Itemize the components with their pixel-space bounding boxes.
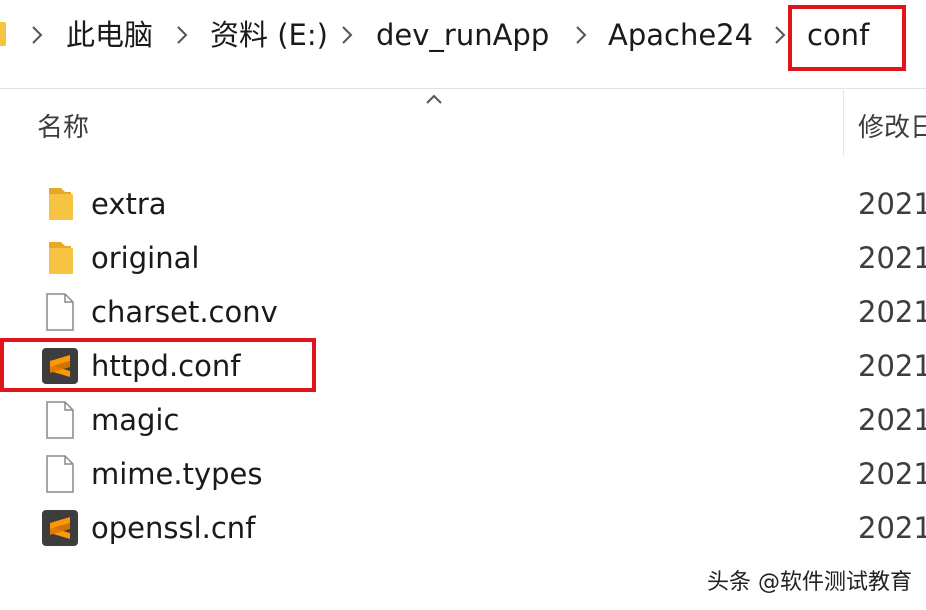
file-icon <box>40 292 80 332</box>
file-name: magic <box>91 403 180 437</box>
file-name: charset.conv <box>91 295 278 329</box>
file-row[interactable]: original 2021 <box>0 231 926 285</box>
file-date: 2021 <box>858 241 926 275</box>
sublime-text-icon <box>40 346 80 386</box>
breadcrumb-apache24[interactable]: Apache24 <box>608 14 753 56</box>
file-date: 2021 <box>858 295 926 329</box>
file-explorer-window: 此电脑 资料 (E:) dev_runApp Apache24 conf 名称 … <box>0 0 926 610</box>
breadcrumb-conf[interactable]: conf <box>807 14 869 56</box>
file-row[interactable]: charset.conv 2021 <box>0 285 926 339</box>
watermark: 头条 @软件测试教育 <box>707 570 912 595</box>
sublime-text-icon <box>40 508 80 548</box>
breadcrumb-drive-e[interactable]: 资料 (E:) <box>210 14 328 56</box>
breadcrumb-dev-runapp[interactable]: dev_runApp <box>376 14 549 56</box>
file-row[interactable]: extra 2021 <box>0 177 926 231</box>
file-date: 2021 <box>858 349 926 383</box>
file-row[interactable]: mime.types 2021 <box>0 447 926 501</box>
chevron-right-icon[interactable] <box>173 20 191 50</box>
file-name: mime.types <box>91 457 263 491</box>
file-name: original <box>91 241 200 275</box>
file-date: 2021 <box>858 187 926 221</box>
column-divider[interactable] <box>843 90 844 156</box>
column-header-name[interactable]: 名称 <box>37 108 89 148</box>
chevron-right-icon[interactable] <box>28 20 46 50</box>
breadcrumb-this-pc[interactable]: 此电脑 <box>66 14 153 56</box>
file-name: openssl.cnf <box>91 511 256 545</box>
column-header-modified[interactable]: 修改日 <box>858 108 926 148</box>
file-icon <box>40 400 80 440</box>
file-date: 2021 <box>858 403 926 437</box>
file-row[interactable]: httpd.conf 2021 <box>0 339 926 393</box>
chevron-right-icon[interactable] <box>771 20 789 50</box>
file-row[interactable]: magic 2021 <box>0 393 926 447</box>
folder-icon <box>0 22 6 46</box>
chevron-right-icon[interactable] <box>572 20 590 50</box>
file-name: extra <box>91 187 167 221</box>
file-row[interactable]: openssl.cnf 2021 <box>0 501 926 555</box>
chevron-right-icon[interactable] <box>338 20 356 50</box>
file-date: 2021 <box>858 511 926 545</box>
address-bar[interactable]: 此电脑 资料 (E:) dev_runApp Apache24 conf <box>0 0 926 78</box>
divider <box>0 88 926 89</box>
folder-icon <box>40 238 80 278</box>
file-date: 2021 <box>858 457 926 491</box>
chevron-up-icon <box>426 94 442 104</box>
file-name: httpd.conf <box>91 349 241 383</box>
folder-icon <box>40 184 80 224</box>
file-list: extra 2021 original 2021 charset.conv 20… <box>0 175 926 555</box>
file-icon <box>40 454 80 494</box>
